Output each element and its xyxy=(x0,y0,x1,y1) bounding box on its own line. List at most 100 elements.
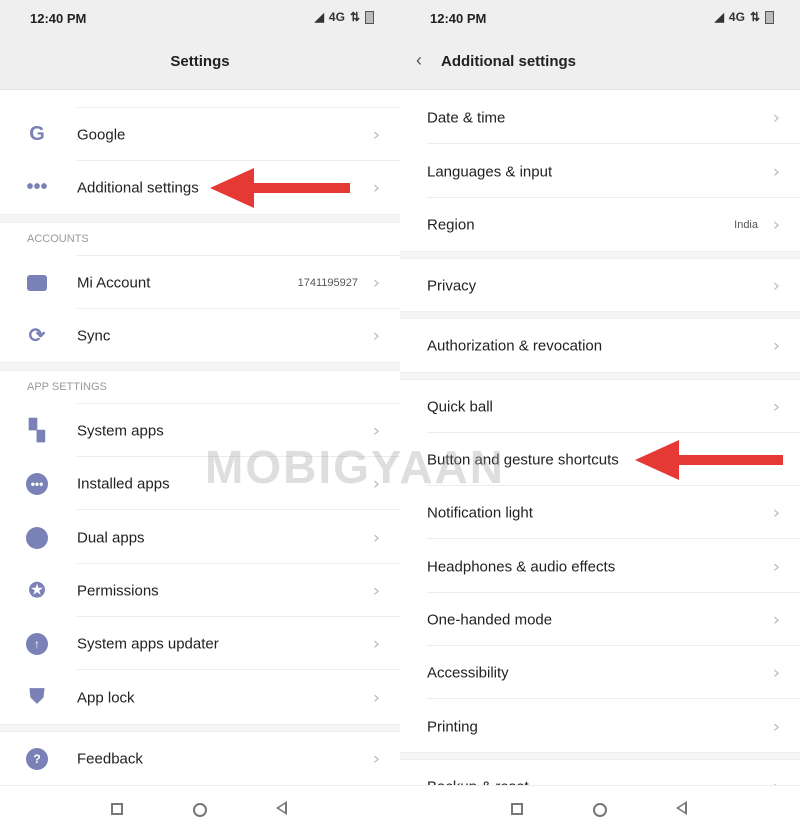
page-title: Additional settings xyxy=(441,53,576,70)
settings-item-region[interactable]: Region India › xyxy=(400,198,800,251)
item-label: Authorization & revocation xyxy=(427,337,603,354)
navigation-bar xyxy=(0,785,400,833)
region-value: India xyxy=(734,218,758,231)
settings-item-google[interactable]: G Google › xyxy=(0,108,400,161)
item-label: App lock xyxy=(77,689,135,706)
item-label: Quick ball xyxy=(427,398,493,415)
more-dots-icon: ••• xyxy=(26,176,48,198)
chevron-right-icon: › xyxy=(372,272,380,293)
item-label: Headphones & audio effects xyxy=(427,558,616,575)
item-label: Privacy xyxy=(427,277,477,294)
settings-item-permissions[interactable]: ✪ Permissions › xyxy=(0,564,400,617)
settings-item-mi-account[interactable]: Mi Account 1741195927 › xyxy=(0,256,400,309)
status-icons: ◢ 4G ⇅ xyxy=(715,10,774,24)
chevron-right-icon: › xyxy=(372,687,380,708)
item-label: Sync xyxy=(77,327,111,344)
chevron-right-icon: › xyxy=(772,275,780,296)
settings-item-date-time[interactable]: Date & time › xyxy=(400,91,800,144)
chevron-right-icon: › xyxy=(772,335,780,356)
settings-item-feedback[interactable]: ? Feedback › xyxy=(0,732,400,785)
header: 12:40 PM ◢ 4G ⇅ ‹ Additional settings xyxy=(400,0,800,90)
feedback-icon: ? xyxy=(26,747,48,770)
chevron-right-icon: › xyxy=(372,325,380,346)
item-label: Accessibility xyxy=(427,664,509,681)
item-label: Feedback xyxy=(77,750,143,767)
item-label: Button and gesture shortcuts xyxy=(427,451,619,468)
item-label: System apps updater xyxy=(77,635,219,652)
section-header-accounts: ACCOUNTS xyxy=(27,233,89,245)
back-button[interactable] xyxy=(676,801,687,815)
settings-item-languages-input[interactable]: Languages & input › xyxy=(400,145,800,198)
red-arrow-annotation xyxy=(635,440,783,480)
section-header-app-settings: APP SETTINGS xyxy=(27,381,107,393)
back-chevron-icon[interactable]: ‹ xyxy=(416,50,422,71)
recents-button[interactable] xyxy=(111,803,123,815)
item-label: Permissions xyxy=(77,582,159,599)
chevron-right-icon: › xyxy=(772,214,780,235)
settings-screen: 12:40 PM ◢ 4G ⇅ Settings G Google › ••• Addit… xyxy=(0,0,400,833)
item-label: One-handed mode xyxy=(427,611,553,628)
settings-item-printing[interactable]: Printing › xyxy=(400,700,800,753)
settings-item-app-lock[interactable]: ⛊ App lock › xyxy=(0,671,400,724)
chevron-right-icon: › xyxy=(372,527,380,548)
additional-settings-screen: 12:40 PM ◢ 4G ⇅ ‹ Additional settings Date… xyxy=(400,0,800,833)
mi-account-icon xyxy=(26,272,48,294)
battery-icon xyxy=(365,10,374,24)
chevron-right-icon: › xyxy=(772,662,780,683)
item-label: Mi Account xyxy=(77,274,151,291)
settings-item-headphones[interactable]: Headphones & audio effects › xyxy=(400,540,800,593)
chevron-right-icon: › xyxy=(772,396,780,417)
signal-icon: ◢ xyxy=(314,10,324,24)
settings-item-notification-light[interactable]: Notification light › xyxy=(400,486,800,539)
page-title: Settings xyxy=(170,53,230,70)
settings-item-authorization[interactable]: Authorization & revocation › xyxy=(400,319,800,372)
chevron-right-icon: › xyxy=(372,748,380,769)
item-label: Printing xyxy=(427,718,478,735)
settings-item-privacy[interactable]: Privacy › xyxy=(400,259,800,312)
item-label: System apps xyxy=(77,422,164,439)
status-time: 12:40 PM xyxy=(430,11,487,26)
chevron-right-icon: › xyxy=(372,124,380,145)
sync-icon: ⟳ xyxy=(28,325,46,347)
system-apps-icon: ▚ xyxy=(29,420,45,442)
item-label: Additional settings xyxy=(77,179,199,196)
google-icon: G xyxy=(29,123,45,145)
item-label: Dual apps xyxy=(77,529,145,546)
data-arrows-icon: ⇅ xyxy=(349,10,360,24)
app-lock-icon: ⛊ xyxy=(29,686,45,708)
signal-icon: ◢ xyxy=(714,10,724,24)
settings-item-installed-apps[interactable]: ••• Installed apps › xyxy=(0,457,400,510)
network-type: 4G xyxy=(328,10,345,24)
battery-icon xyxy=(765,10,774,24)
permissions-icon: ✪ xyxy=(28,580,46,602)
chevron-right-icon: › xyxy=(372,177,380,198)
item-label: Notification light xyxy=(427,504,533,521)
navigation-bar xyxy=(400,785,800,833)
home-button[interactable] xyxy=(193,803,207,817)
settings-item-accessibility[interactable]: Accessibility › xyxy=(400,646,800,699)
item-label: Installed apps xyxy=(77,475,170,492)
chevron-right-icon: › xyxy=(772,556,780,577)
chevron-right-icon: › xyxy=(372,420,380,441)
updater-icon: ↑ xyxy=(26,632,48,655)
settings-item-system-apps-updater[interactable]: ↑ System apps updater › xyxy=(0,617,400,670)
network-type: 4G xyxy=(728,10,745,24)
settings-item-dual-apps[interactable]: Dual apps › xyxy=(0,511,400,564)
mi-account-id: 1741195927 xyxy=(297,276,358,289)
chevron-right-icon: › xyxy=(772,716,780,737)
chevron-right-icon: › xyxy=(372,580,380,601)
settings-item-one-handed-mode[interactable]: One-handed mode › xyxy=(400,593,800,646)
status-time: 12:40 PM xyxy=(30,11,87,26)
home-button[interactable] xyxy=(593,803,607,817)
settings-item-sync[interactable]: ⟳ Sync › xyxy=(0,309,400,362)
header: 12:40 PM ◢ 4G ⇅ Settings xyxy=(0,0,400,90)
chevron-right-icon: › xyxy=(772,502,780,523)
chevron-right-icon: › xyxy=(772,609,780,630)
recents-button[interactable] xyxy=(511,803,523,815)
chevron-right-icon: › xyxy=(372,473,380,494)
settings-item-quick-ball[interactable]: Quick ball › xyxy=(400,380,800,433)
installed-apps-icon: ••• xyxy=(26,472,48,495)
dual-apps-icon xyxy=(26,526,48,549)
back-button[interactable] xyxy=(276,801,287,815)
settings-item-system-apps[interactable]: ▚ System apps › xyxy=(0,404,400,457)
